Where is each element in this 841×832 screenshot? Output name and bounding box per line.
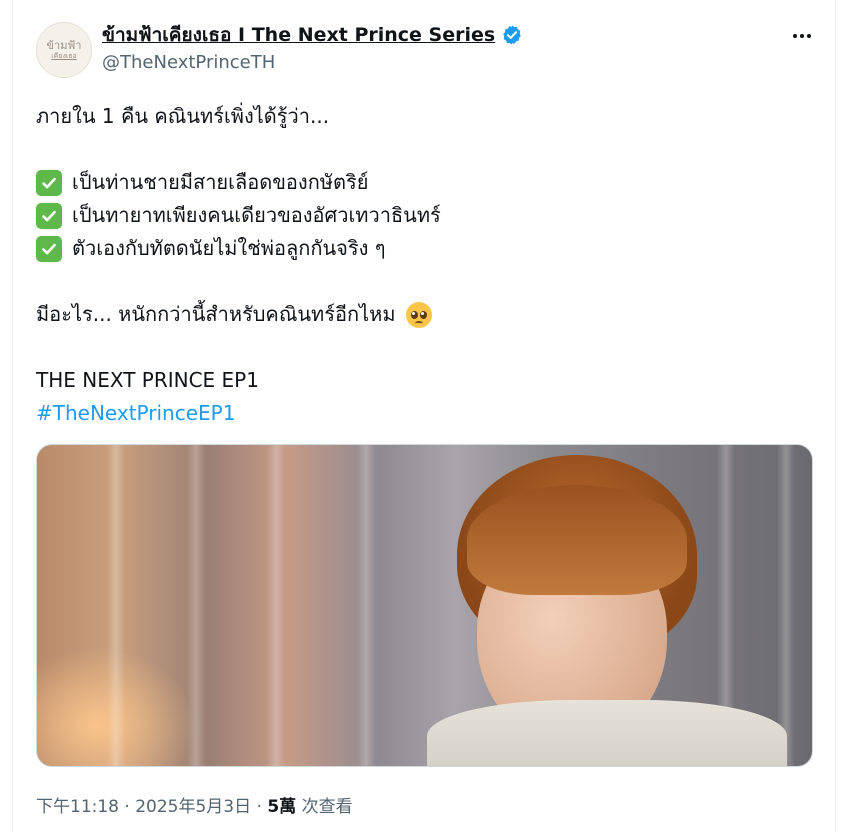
check-mark-icon [36,235,62,262]
views-label: 次查看 [301,797,353,817]
checklist-item: เป็นทายาทเพียงคนเดียวของอัศวเทวาธินทร์ [36,199,806,232]
checklist-item: ตัวเองกับทัตดนัยไม่ใช่พ่อลูกกันจริง ๆ [36,232,806,265]
hashtag-link[interactable]: #TheNextPrinceEP1 [36,397,806,430]
tweet-line-intro: ภายใน 1 คืน คณินทร์เพิ่งได้รู้ว่า... [36,104,330,128]
author-name-row: ข้ามฟ้าเคียงเธอ I The Next Prince Series [102,22,523,48]
question-text: มีอะไร... หนักกว่านี้สำหรับคณินทร์อีกไหม [36,302,396,326]
check-mark-icon [36,202,62,229]
author-handle[interactable]: @TheNextPrinceTH [102,52,275,73]
meta-separator: · [256,797,262,817]
avatar-logo-line1: ข้ามฟ้า [46,38,82,52]
tweet-line-episode: THE NEXT PRINCE EP1 [36,368,259,392]
checklist-item-text: เป็นทายาทเพียงคนเดียวของอัศวเทวาธินทร์ [72,203,441,227]
checklist-item-text: เป็นท่านชายมีสายเลือดของกษัตริย์ [72,170,369,194]
checklist-item-text: ตัวเองกับทัตดนัยไม่ใช่พ่อลูกกันจริง ๆ [72,236,386,260]
avatar-logo-line2: เคียงเธอ [51,51,77,60]
pleading-face-icon [405,301,432,328]
tweet-meta: 下午11:18 · 2025年5月3日 · 5萬 次查看 [36,792,353,817]
checklist-item: เป็นท่านชายมีสายเลือดของกษัตริย์ [36,166,806,199]
views-count[interactable]: 5萬 [267,797,296,817]
meta-separator: · [124,797,130,817]
tweet-time[interactable]: 下午11:18 [36,797,119,817]
tweet-media-image[interactable] [36,444,813,767]
check-mark-icon [36,169,62,196]
tweet-text: ภายใน 1 คืน คณินทร์เพิ่งได้รู้ว่า... เป็… [36,100,806,430]
tweet-line-question: มีอะไร... หนักกว่านี้สำหรับคณินทร์อีกไหม [36,298,806,331]
tweet-date[interactable]: 2025年5月3日 [135,797,251,817]
more-options-icon[interactable] [790,24,814,48]
author-display-name[interactable]: ข้ามฟ้าเคียงเธอ I The Next Prince Series [102,20,495,50]
avatar[interactable]: ข้ามฟ้า เคียงเธอ [36,22,92,78]
verified-badge-icon[interactable] [501,24,523,46]
